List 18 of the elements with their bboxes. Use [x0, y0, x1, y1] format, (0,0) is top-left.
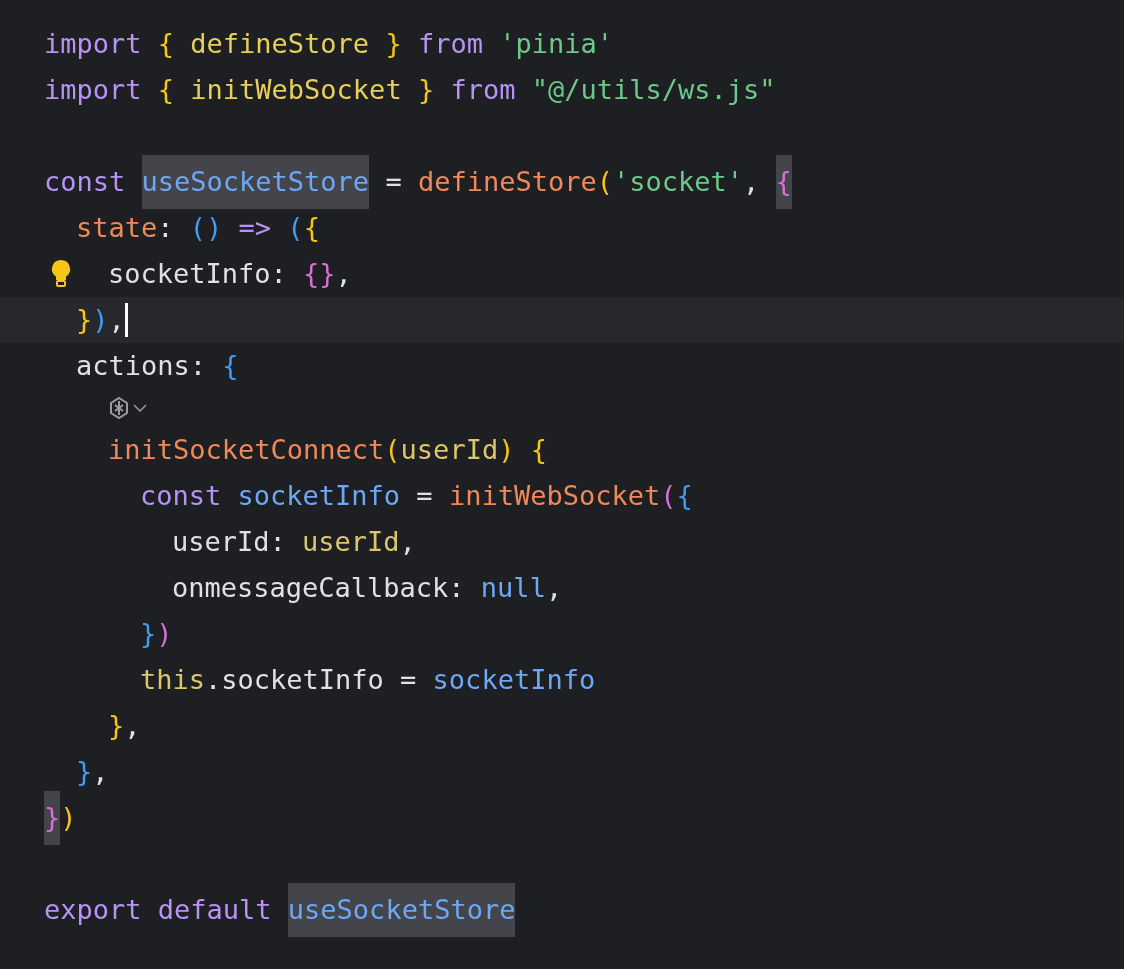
code-line: userId: userId, [172, 524, 416, 559]
code-line: import { defineStore } from 'pinia' [44, 26, 613, 61]
code-line: onmessageCallback: null, [172, 570, 563, 605]
text-cursor [124, 303, 128, 337]
code-line: }, [76, 754, 109, 789]
code-line: import { initWebSocket } from "@/utils/ws.js" [44, 72, 776, 107]
code-line: this.socketInfo = socketInfo [140, 662, 596, 697]
code-line: }, [108, 708, 141, 743]
code-line: socketInfo: {}, [108, 256, 352, 291]
code-line: }) [140, 616, 173, 651]
code-line: }), [76, 297, 128, 343]
chevron-down-icon[interactable] [133, 403, 147, 413]
code-line: initSocketConnect(userId) { [108, 432, 547, 467]
code-line: const socketInfo = initWebSocket({ [140, 478, 693, 513]
ai-assistant-icon[interactable] [107, 396, 131, 420]
code-line: actions: { [76, 348, 239, 383]
lightbulb-icon[interactable] [50, 259, 72, 287]
code-line: state: () => ({ [76, 210, 320, 245]
